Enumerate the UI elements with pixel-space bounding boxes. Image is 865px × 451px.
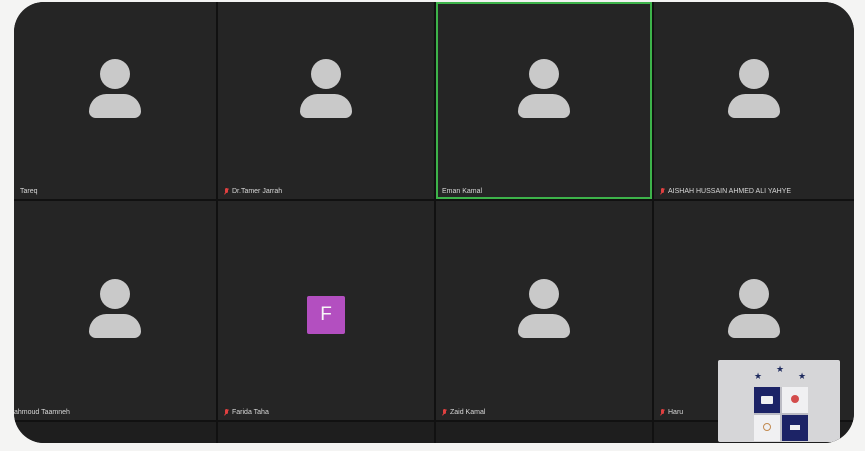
avatar-placeholder-icon [728, 59, 780, 118]
star-icon: ★ [798, 371, 807, 381]
participant-nameplate: ahmoud Taamneh [14, 409, 70, 416]
participant-tile[interactable]: Tareq [14, 2, 218, 201]
participant-tile[interactable]: F Farida Taha [218, 201, 436, 422]
initial-avatar: F [307, 296, 345, 334]
participant-name: Farida Taha [232, 409, 269, 416]
avatar-placeholder-icon [89, 279, 141, 338]
participant-nameplate: Dr.Tamer Jarrah [224, 188, 282, 195]
participant-tile[interactable]: Dr.Tamer Jarrah [218, 2, 436, 201]
participant-name: Haru [668, 409, 684, 416]
avatar-placeholder-icon [518, 59, 570, 118]
star-icon: ★ [754, 371, 763, 381]
participant-nameplate: Tareq [20, 188, 38, 195]
participant-name: Zaid Kamal [450, 409, 486, 416]
participant-nameplate: AISHAH HUSSAIN AHMED ALI YAHYE [660, 188, 791, 195]
participant-tile-partial[interactable] [14, 422, 218, 443]
avatar-placeholder-icon [518, 279, 570, 338]
avatar-placeholder-icon [89, 59, 141, 118]
mic-off-icon [442, 409, 447, 416]
mic-off-icon [660, 188, 665, 195]
university-crest-icon [754, 387, 808, 441]
participant-name: AISHAH HUSSAIN AHMED ALI YAHYE [668, 188, 792, 195]
participant-nameplate: Zaid Kamal [442, 409, 485, 416]
participant-tile[interactable]: ahmoud Taamneh [14, 201, 218, 422]
participant-tile-partial[interactable] [218, 422, 436, 443]
participant-name: Eman Kamal [442, 188, 483, 195]
participant-name: ahmoud Taamneh [14, 409, 70, 416]
video-meeting-window: Tareq Dr.Tamer Jarrah Eman Kamal AISHAH … [14, 2, 854, 443]
mic-off-icon [660, 409, 665, 416]
participant-tile-active-speaker[interactable]: Eman Kamal [436, 2, 654, 201]
participant-tile[interactable]: AISHAH HUSSAIN AHMED ALI YAHYE [654, 2, 854, 201]
mic-off-icon [224, 409, 229, 416]
participant-nameplate: Farida Taha [224, 409, 269, 416]
participant-nameplate: Eman Kamal [442, 188, 482, 195]
star-icon: ★ [776, 364, 785, 374]
avatar-placeholder-icon [728, 279, 780, 338]
mic-off-icon [224, 188, 229, 195]
avatar-placeholder-icon [300, 59, 352, 118]
participant-name: Tareq [20, 188, 38, 195]
participant-tile-partial[interactable] [436, 422, 654, 443]
participant-name: Dr.Tamer Jarrah [232, 188, 283, 195]
self-view-thumbnail[interactable]: ★ ★ ★ [718, 360, 840, 442]
participant-nameplate: Haru [660, 409, 683, 416]
participant-tile[interactable]: Zaid Kamal [436, 201, 654, 422]
